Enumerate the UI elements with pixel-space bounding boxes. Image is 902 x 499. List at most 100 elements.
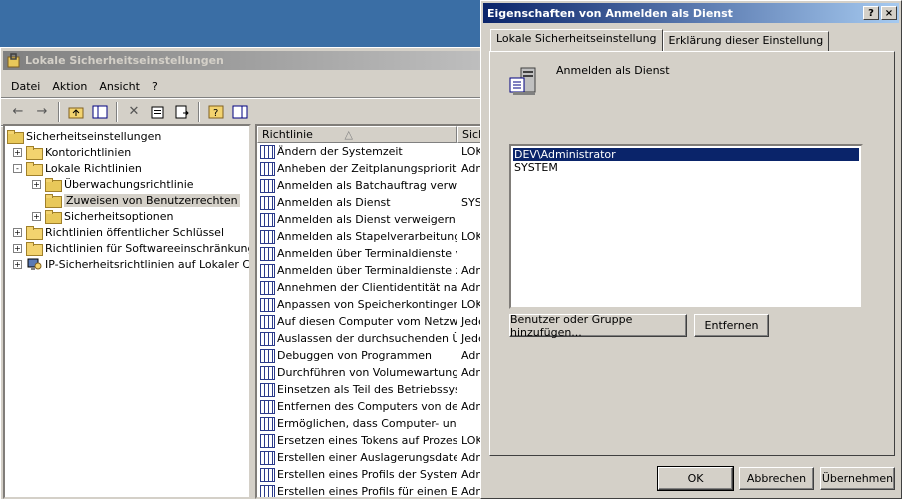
table-row[interactable]: Anmelden über Terminaldienste zu...Admi (257, 262, 498, 279)
menu-datei[interactable]: Datei (5, 80, 46, 93)
policy-label: Annehmen der Clientidentität nac... (277, 281, 457, 294)
tree-item-zuweisen-von-benutzerrechten[interactable]: Zuweisen von Benutzerrechten (7, 192, 249, 208)
delete-icon[interactable]: ✕ (123, 101, 145, 123)
table-row[interactable]: Auslassen der durchsuchenden Ü... Jede (257, 330, 498, 347)
table-row[interactable]: Auf diesen Computer vom Netzwe... Jede (257, 313, 498, 330)
tree-item-ip-sicherheitsrichtlinien[interactable]: + IP-Sicherheitsrichtlinien auf Lokaler … (7, 256, 249, 272)
back-arrow-icon[interactable]: ← (7, 101, 29, 123)
ok-button[interactable]: OK (657, 466, 734, 491)
add-user-or-group-button[interactable]: Benutzer oder Gruppe hinzufügen... (509, 313, 687, 339)
policy-name-cell: Anmelden als Stapelverarbeitungs... (257, 229, 457, 244)
table-row[interactable]: Ändern der Systemzeit LOKA (257, 143, 498, 160)
list-item[interactable]: DEV\Administrator (512, 147, 860, 162)
table-row[interactable]: Anmelden als Dienst SYST (257, 194, 498, 211)
table-row[interactable]: Ermöglichen, dass Computer- und ... (257, 415, 498, 432)
close-button[interactable]: × (881, 6, 897, 20)
table-row[interactable]: Anmelden als Batchauftrag verwei... (257, 177, 498, 194)
table-row[interactable]: Anmelden als Dienst verweigern (257, 211, 498, 228)
help-button[interactable]: ? (863, 6, 879, 20)
policy-label: Anmelden über Terminaldienste zu... (277, 264, 457, 277)
tree-item-sicherheitseinstellungen[interactable]: Sicherheitseinstellungen (7, 128, 249, 144)
policy-label: Ändern der Systemzeit (277, 145, 403, 158)
tree-item-softwareeinschraenkung[interactable]: + Richtlinien für Softwareeinschränkung (7, 240, 249, 256)
table-row[interactable]: Erstellen eines Profils der Systeml... Ad… (257, 466, 498, 483)
tree-label: Zuweisen von Benutzerrechten (64, 193, 240, 207)
forward-arrow-icon[interactable]: → (31, 101, 53, 123)
properties-icon[interactable] (147, 101, 169, 123)
expand-plus-icon[interactable]: + (13, 147, 22, 157)
collapse-minus-icon[interactable]: - (13, 163, 22, 173)
help-icon[interactable]: ? (205, 101, 227, 123)
expand-plus-icon[interactable]: + (32, 179, 41, 189)
table-row[interactable]: Anpassen von Speicherkontingent... LOKA (257, 296, 498, 313)
svg-text:?: ? (213, 108, 218, 119)
show-action-pane-icon[interactable] (229, 101, 251, 123)
table-row[interactable]: Anmelden als Stapelverarbeitungs...LOKA (257, 228, 498, 245)
policy-name-cell: Ersetzen eines Tokens auf Prozes... (257, 433, 457, 448)
policy-label: Entfernen des Computers von der... (277, 400, 457, 413)
table-row[interactable]: Einsetzen als Teil des Betriebssyst... (257, 381, 498, 398)
tree-item-oeffentliche-schluessel[interactable]: + Richtlinien öffentlicher Schlüssel (7, 224, 249, 240)
table-row[interactable]: Ersetzen eines Tokens auf Prozes... LOKA (257, 432, 498, 449)
cancel-button[interactable]: Abbrechen (739, 467, 814, 490)
show-hide-tree-icon[interactable] (89, 101, 111, 123)
table-row[interactable]: Durchführen von Volumewartungs... Admi (257, 364, 498, 381)
policy-label: Anpassen von Speicherkontingent... (277, 298, 457, 311)
column-header-richtlinie[interactable]: Richtlinie △ (257, 126, 457, 143)
policy-icon (260, 399, 275, 414)
tree-label: Sicherheitsoptionen (64, 209, 174, 223)
dialog-titlebar[interactable]: Eigenschaften von Anmelden als Dienst ? … (483, 3, 899, 23)
tree-label: Richtlinien für Softwareeinschränkung (45, 241, 251, 255)
export-list-icon[interactable] (171, 101, 193, 123)
tab-lokale-sicherheitseinstellung[interactable]: Lokale Sicherheitseinstellung (490, 29, 663, 51)
tab-erklaerung[interactable]: Erklärung dieser Einstellung (662, 31, 830, 51)
table-row[interactable]: Annehmen der Clientidentität nac... Admi (257, 279, 498, 296)
policy-name-cell: Anpassen von Speicherkontingent... (257, 297, 457, 312)
list-header: Richtlinie △ Siche (257, 126, 498, 143)
policy-name-cell: Erstellen einer Auslagerungsdatei (257, 450, 457, 465)
remove-button[interactable]: Entfernen (694, 314, 769, 337)
tree-item-kontorichtlinien[interactable]: + Kontorichtlinien (7, 144, 249, 160)
policy-label: Erstellen eines Profils für einen Ein... (277, 485, 457, 498)
policy-name-cell: Anmelden als Batchauftrag verwei... (257, 178, 457, 193)
policy-name-cell: Anmelden über Terminaldienste v... (257, 246, 457, 261)
policy-list: Richtlinie △ Siche Ändern der Systemzeit… (255, 124, 500, 499)
list-item[interactable]: SYSTEM (513, 161, 859, 174)
table-row[interactable]: Anmelden über Terminaldienste v... (257, 245, 498, 262)
tree-label: Kontorichtlinien (45, 145, 132, 159)
menu-help[interactable]: ? (146, 80, 164, 93)
menu-ansicht[interactable]: Ansicht (93, 80, 146, 93)
apply-button[interactable]: Übernehmen (820, 467, 895, 490)
tree-item-sicherheitsoptionen[interactable]: + Sicherheitsoptionen (7, 208, 249, 224)
tree-item-ueberwachungsrichtlinie[interactable]: + Überwachungsrichtlinie (7, 176, 249, 192)
table-row[interactable]: Entfernen des Computers von der... Admi (257, 398, 498, 415)
policy-label: Anmelden als Dienst verweigern (277, 213, 456, 226)
tree-label: IP-Sicherheitsrichtlinien auf Lokaler Co… (45, 257, 251, 271)
menu-aktion[interactable]: Aktion (46, 80, 93, 93)
policy-label: Ermöglichen, dass Computer- und ... (277, 417, 457, 430)
mmc-titlebar[interactable]: Lokale Sicherheitseinstellungen (3, 51, 498, 70)
security-root-icon (7, 129, 24, 144)
expand-plus-icon[interactable]: + (32, 211, 41, 221)
table-row[interactable]: Anheben der Zeitplanungspriorität Admi (257, 160, 498, 177)
policy-icon (260, 212, 275, 227)
table-row[interactable]: Debuggen von Programmen Admi (257, 347, 498, 364)
up-folder-icon[interactable] (65, 101, 87, 123)
policy-icon (260, 280, 275, 295)
tree-label: Lokale Richtlinien (45, 161, 142, 175)
policy-name-cell: Ermöglichen, dass Computer- und ... (257, 416, 457, 431)
table-row[interactable]: Erstellen eines Profils für einen Ein...… (257, 483, 498, 498)
expand-plus-icon[interactable]: + (13, 259, 22, 269)
policy-name-cell: Entfernen des Computers von der... (257, 399, 457, 414)
policy-label: Anmelden als Stapelverarbeitungs... (277, 230, 457, 243)
policy-name-cell: Durchführen von Volumewartungs... (257, 365, 457, 380)
expand-plus-icon[interactable]: + (13, 227, 22, 237)
tree-item-lokale-richtlinien[interactable]: - Lokale Richtlinien (7, 160, 249, 176)
policy-icon (260, 433, 275, 448)
expand-plus-icon[interactable]: + (13, 243, 22, 253)
policy-label: Erstellen einer Auslagerungsdatei (277, 451, 457, 464)
accounts-listbox[interactable]: DEV\Administrator SYSTEM (509, 144, 863, 309)
table-row[interactable]: Erstellen einer Auslagerungsdatei Admi (257, 449, 498, 466)
policy-rows: Ändern der Systemzeit LOKA Anheben der Zei… (257, 143, 498, 498)
properties-dialog: Eigenschaften von Anmelden als Dienst ? … (480, 0, 902, 499)
